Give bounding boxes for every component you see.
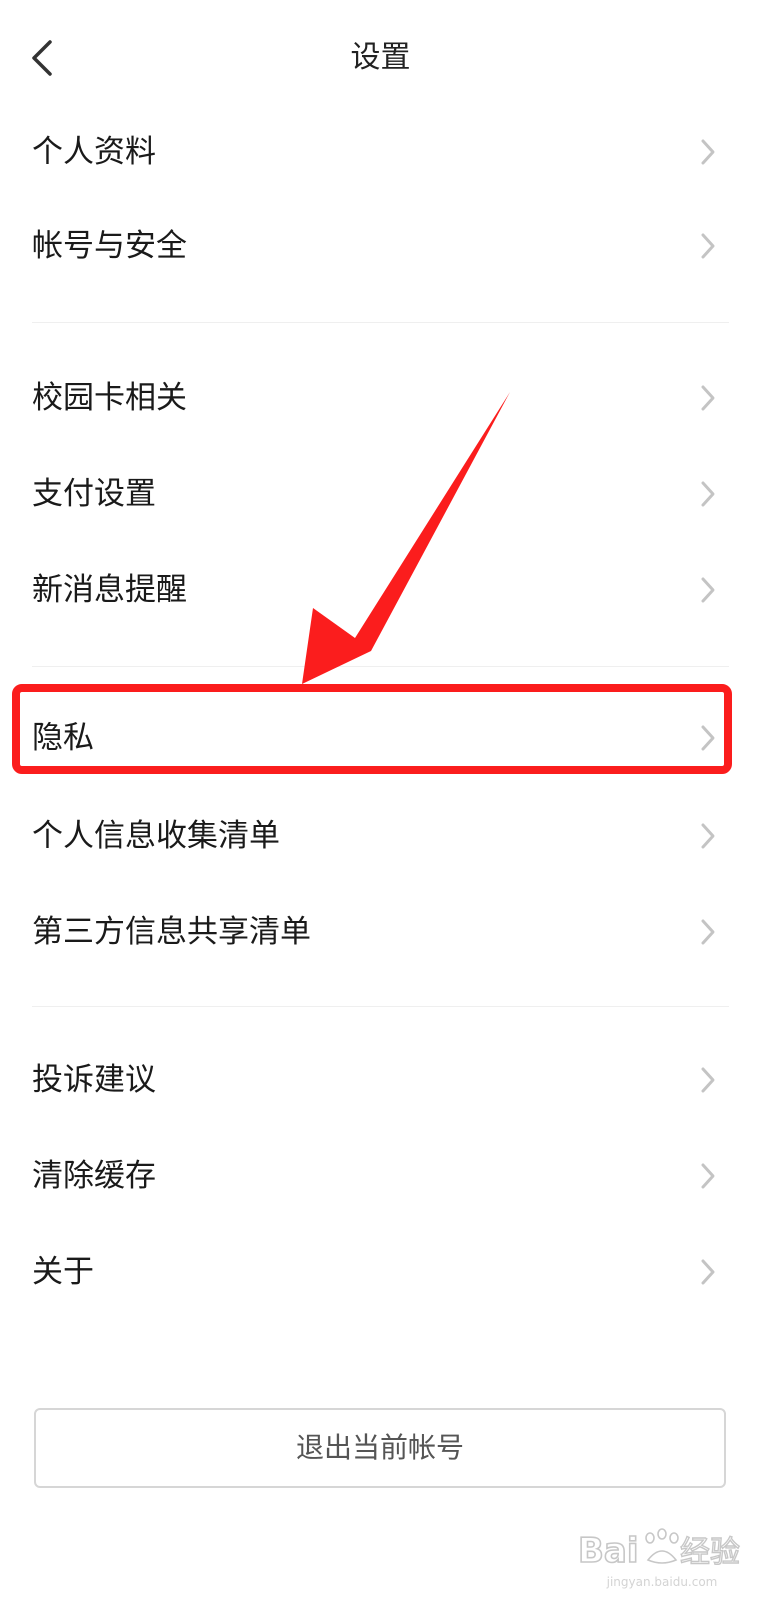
menu-item-clear-cache[interactable]: 清除缓存 bbox=[0, 1128, 761, 1224]
menu-item-label: 新消息提醒 bbox=[32, 572, 187, 608]
chevron-right-icon bbox=[697, 231, 719, 261]
chevron-right-icon bbox=[697, 723, 719, 753]
menu-item-feedback[interactable]: 投诉建议 bbox=[0, 1032, 761, 1128]
menu-item-payment-settings[interactable]: 支付设置 bbox=[0, 446, 761, 542]
menu-item-third-party-sharing[interactable]: 第三方信息共享清单 bbox=[0, 884, 761, 980]
menu-item-label: 隐私 bbox=[32, 720, 94, 756]
menu-item-account-security[interactable]: 帐号与安全 bbox=[0, 198, 761, 294]
group-divider bbox=[32, 1006, 729, 1007]
menu-item-label: 校园卡相关 bbox=[32, 380, 187, 416]
group-divider bbox=[32, 322, 729, 323]
chevron-right-icon bbox=[697, 575, 719, 605]
group-divider bbox=[32, 666, 729, 667]
chevron-right-icon bbox=[697, 1257, 719, 1287]
menu-item-label: 支付设置 bbox=[32, 476, 156, 512]
menu-item-campus-card[interactable]: 校园卡相关 bbox=[0, 350, 761, 446]
menu-item-label: 关于 bbox=[32, 1254, 94, 1290]
logout-button-label: 退出当前帐号 bbox=[295, 1431, 464, 1464]
menu-item-label: 清除缓存 bbox=[32, 1158, 156, 1194]
chevron-right-icon bbox=[697, 1161, 719, 1191]
menu-item-about[interactable]: 关于 bbox=[0, 1224, 761, 1320]
chevron-right-icon bbox=[697, 821, 719, 851]
svg-text:Bai: Bai bbox=[578, 1531, 639, 1571]
chevron-right-icon bbox=[697, 917, 719, 947]
menu-item-notifications[interactable]: 新消息提醒 bbox=[0, 542, 761, 638]
page-title: 设置 bbox=[350, 40, 411, 75]
menu-item-label: 第三方信息共享清单 bbox=[32, 914, 311, 950]
menu-item-label: 投诉建议 bbox=[32, 1062, 156, 1098]
chevron-right-icon bbox=[697, 1065, 719, 1095]
menu-item-label: 个人信息收集清单 bbox=[32, 818, 280, 854]
baidu-jingyan-watermark: Bai 经验 jingyan.baidu.com bbox=[578, 1522, 746, 1596]
chevron-right-icon bbox=[697, 137, 719, 167]
chevron-right-icon bbox=[697, 479, 719, 509]
menu-item-label: 个人资料 bbox=[32, 134, 156, 170]
menu-item-personal-info-collection[interactable]: 个人信息收集清单 bbox=[0, 788, 761, 884]
menu-item-privacy[interactable]: 隐私 bbox=[0, 690, 761, 786]
watermark-site: jingyan.baidu.com bbox=[606, 1575, 718, 1589]
menu-item-label: 帐号与安全 bbox=[32, 228, 187, 264]
menu-item-profile[interactable]: 个人资料 bbox=[0, 104, 761, 200]
chevron-right-icon bbox=[697, 383, 719, 413]
logout-button[interactable]: 退出当前帐号 bbox=[34, 1408, 726, 1488]
header-bar: 设置 bbox=[0, 0, 761, 116]
baidu-logo-icon: Bai 经验 bbox=[578, 1528, 741, 1572]
svg-text:经验: 经验 bbox=[680, 1535, 740, 1570]
